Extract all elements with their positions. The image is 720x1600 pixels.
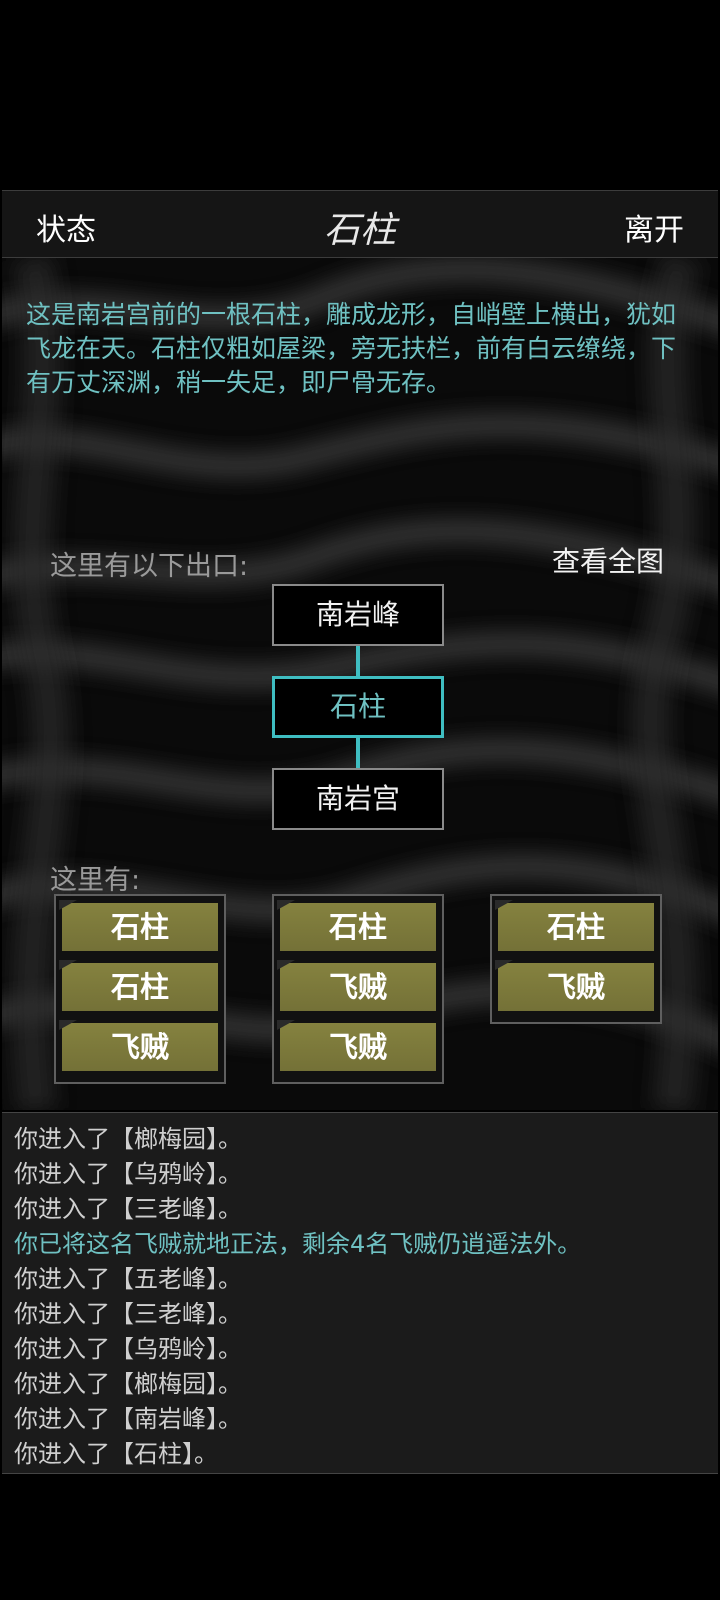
message-log[interactable]: 你进入了【榔梅园】。 你进入了【乌鸦岭】。 你进入了【三老峰】。 你已将这名飞贼… [2,1112,718,1474]
entity-button[interactable]: 飞贼 [59,1020,221,1074]
room-description: 这是南岩宫前的一根石柱，雕成龙形，自峭壁上横出，犹如飞龙在天。石柱仅粗如屋梁，旁… [26,300,677,397]
entity-button[interactable]: 飞贼 [277,1020,439,1074]
log-line: 你进入了【榔梅园】。 [14,1370,242,1398]
entity-button[interactable]: 飞贼 [277,960,439,1014]
log-line: 你进入了【乌鸦岭】。 [14,1160,242,1188]
log-line: 你进入了【乌鸦岭】。 [14,1335,242,1363]
log-line: 你进入了【三老峰】。 [14,1195,242,1223]
exit-connector-south [356,738,360,768]
entity-group-2: 石柱 飞贼 飞贼 [272,894,444,1084]
log-line: 你进入了【南岩峰】。 [14,1405,242,1433]
exits-label: 这里有以下出口: [50,551,249,582]
entity-group-1: 石柱 石柱 飞贼 [54,894,226,1084]
log-line: 你进入了【榔梅园】。 [14,1125,242,1153]
log-line: 你进入了【三老峰】。 [14,1300,242,1328]
here-label: 这里有: [50,865,141,896]
exit-connector-north [356,646,360,676]
entity-button[interactable]: 石柱 [59,960,221,1014]
entity-button[interactable]: 石柱 [277,900,439,954]
exit-north-room[interactable]: 南岩峰 [272,584,444,646]
log-line: 你已将这名飞贼就地正法，剩余4名飞贼仍逍遥法外。 [14,1230,582,1258]
exit-south-room[interactable]: 南岩宫 [272,768,444,830]
entity-button[interactable]: 飞贼 [495,960,657,1014]
entity-group-3: 石柱 飞贼 [490,894,662,1024]
scene-panel: 这是南岩宫前的一根石柱，雕成龙形，自峭壁上横出，犹如飞龙在天。石柱仅粗如屋梁，旁… [2,258,718,1110]
current-room: 石柱 [272,676,444,738]
leave-button[interactable]: 离开 [624,205,684,249]
top-bar: 状态 石柱 离开 [2,190,718,258]
log-line: 你进入了【五老峰】。 [14,1265,242,1293]
log-line: 你进入了【石柱】。 [14,1440,218,1468]
entity-button[interactable]: 石柱 [495,900,657,954]
room-title: 石柱 [323,210,396,251]
view-full-map-button[interactable]: 查看全图 [552,540,664,580]
entity-button[interactable]: 石柱 [59,900,221,954]
